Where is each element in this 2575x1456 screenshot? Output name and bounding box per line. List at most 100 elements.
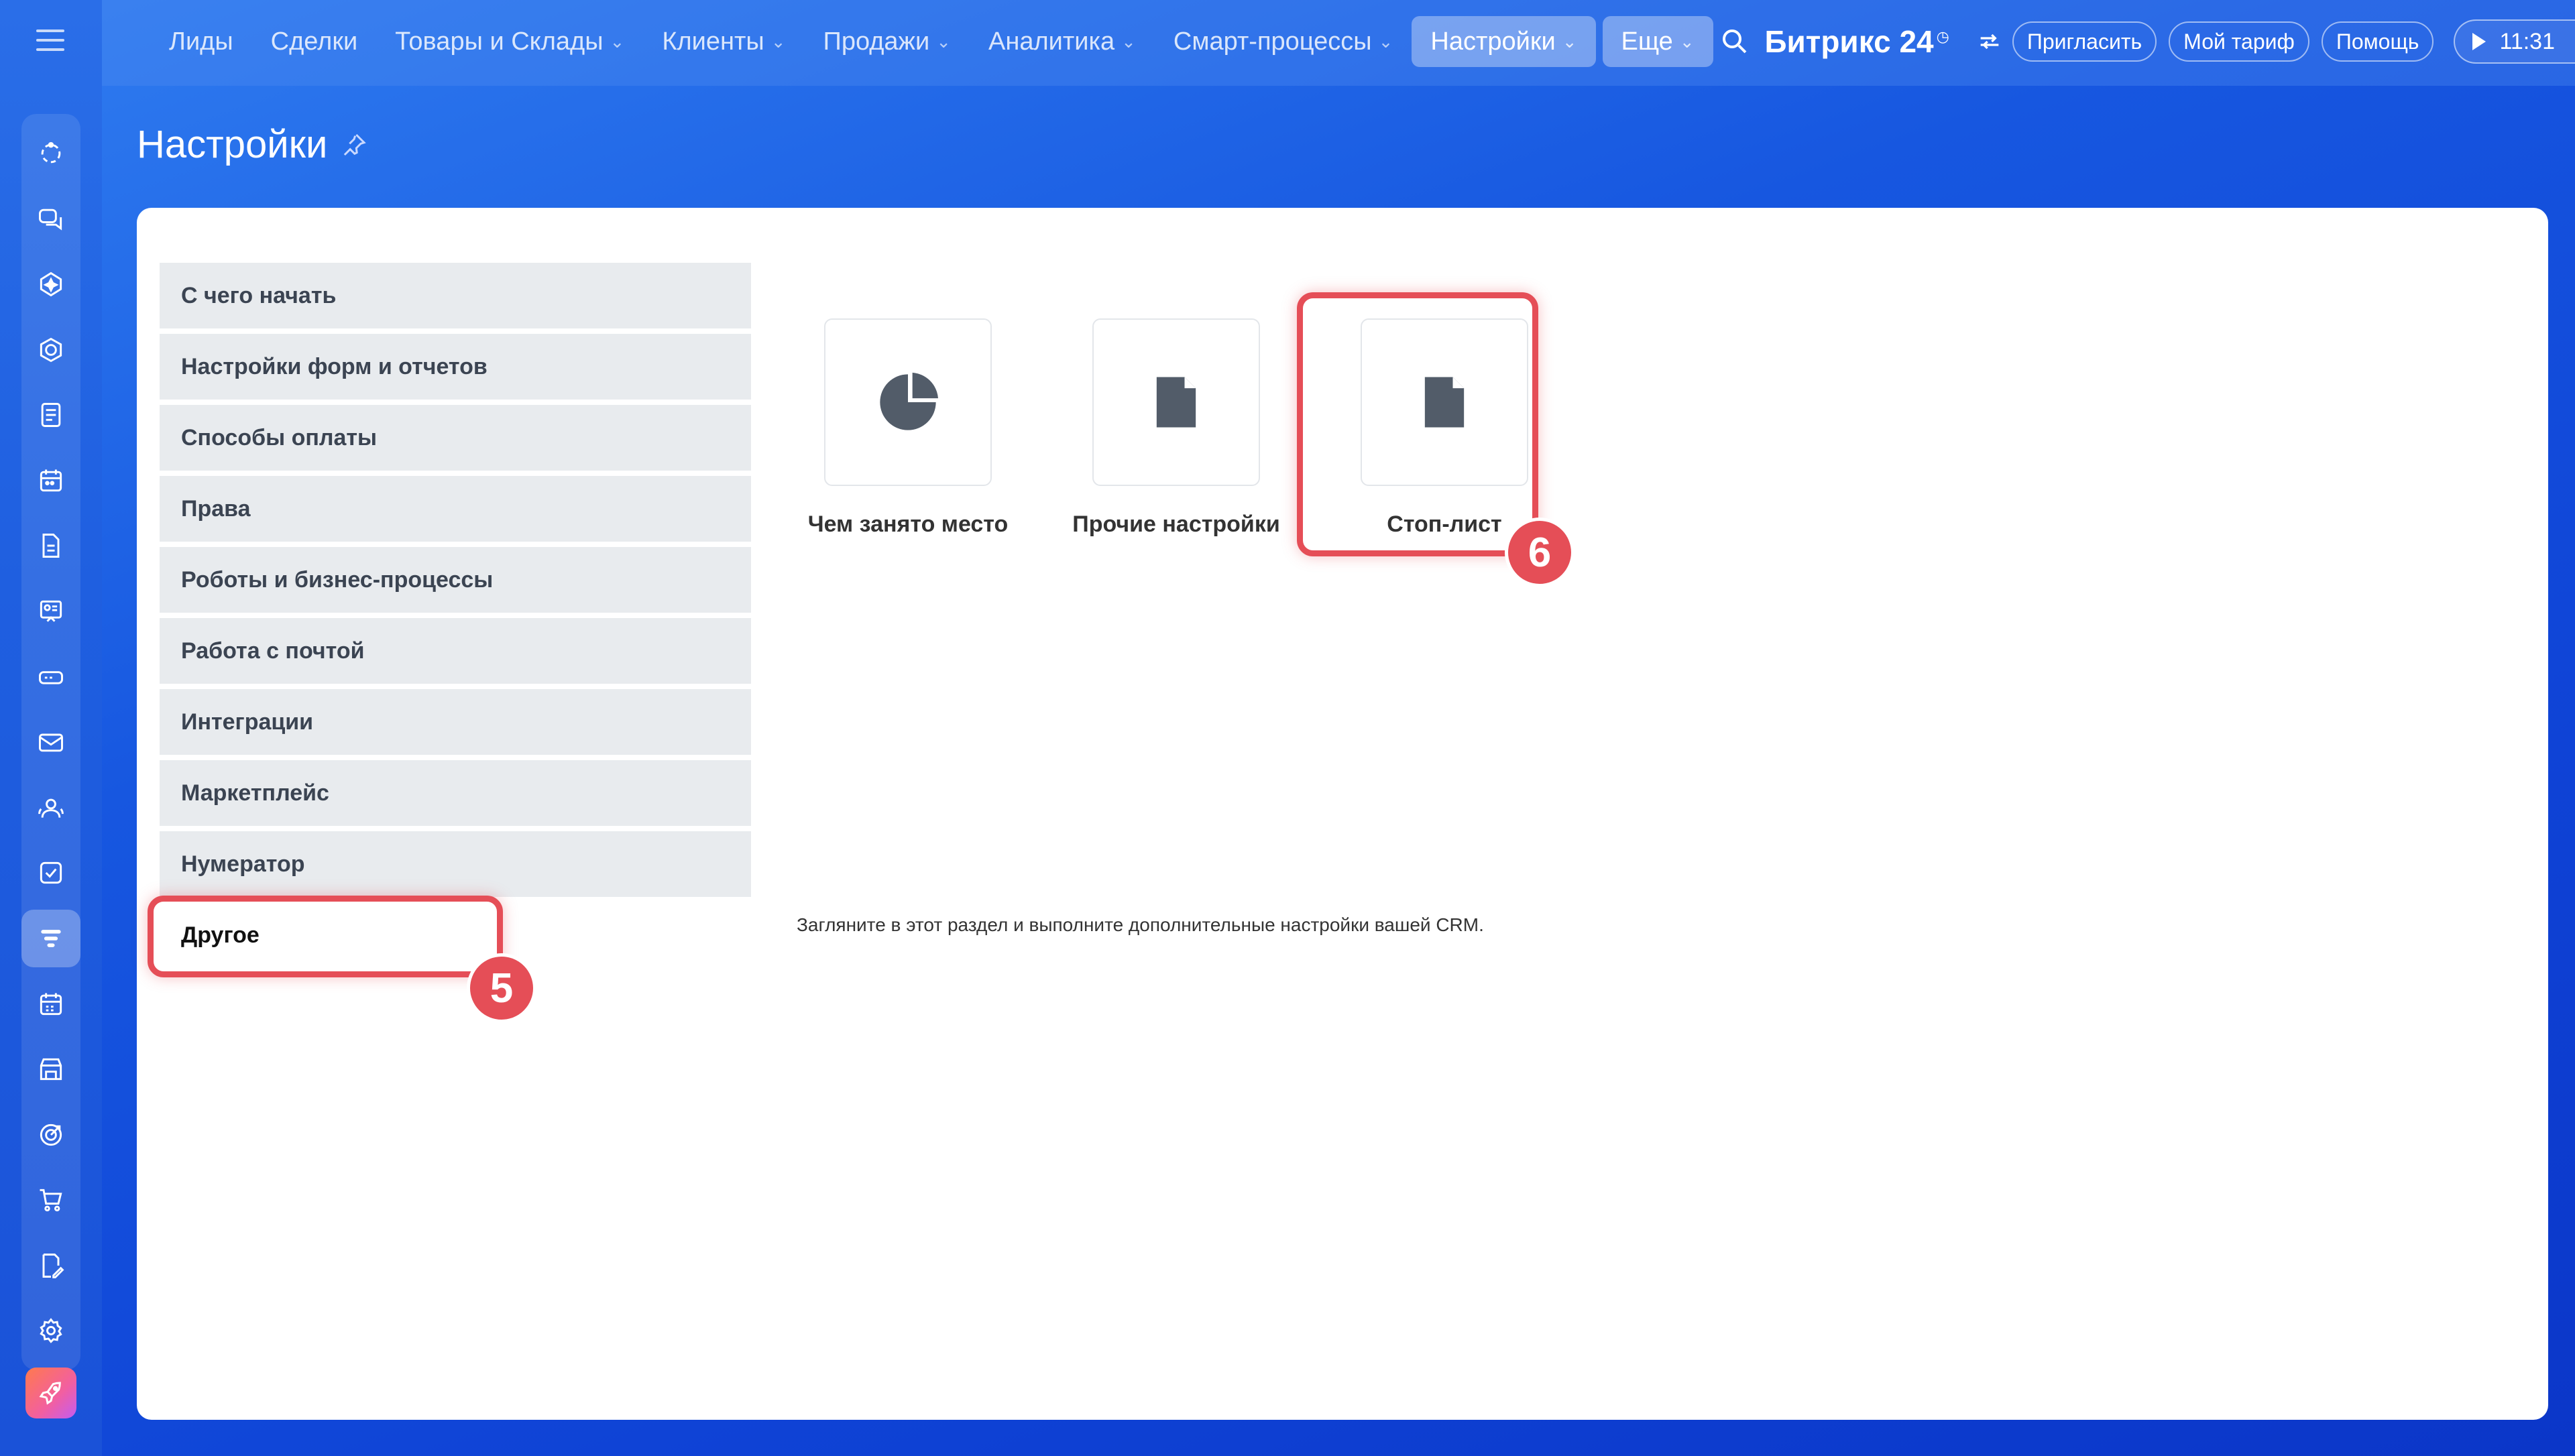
tile-disk-usage[interactable]: Чем занято место	[774, 318, 1042, 538]
nav-item-leads[interactable]: Лиды	[150, 16, 252, 67]
chevron-down-icon: ⌄	[1562, 31, 1577, 52]
callout-step-5: 5	[467, 953, 536, 1023]
nav-item-label: Сделки	[270, 27, 358, 56]
document-icon[interactable]	[21, 513, 80, 579]
nav-item-deals[interactable]: Сделки	[252, 16, 377, 67]
menu-item-label: Настройки форм и отчетов	[181, 353, 488, 379]
chevron-down-icon: ⌄	[1378, 31, 1393, 52]
top-navigation: Лиды Сделки Товары и Склады ⌄ Клиенты ⌄ Пр…	[150, 16, 1713, 67]
header-right: Битрикс 24 ◷ Пригласить Мой тариф Помощь …	[1719, 16, 2575, 67]
menu-item-permissions[interactable]: Права	[160, 476, 751, 542]
feed-icon[interactable]	[21, 121, 80, 186]
nav-item-settings[interactable]: Настройки ⌄	[1412, 16, 1596, 67]
left-sidebar	[0, 0, 102, 1456]
filter-settings-icon[interactable]	[1976, 28, 2003, 55]
settings-icon[interactable]	[21, 1298, 80, 1364]
copilot-icon[interactable]	[21, 251, 80, 317]
invite-label: Пригласить	[2026, 29, 2142, 54]
tariff-button[interactable]: Мой тариф	[2169, 21, 2309, 62]
board-icon[interactable]	[21, 579, 80, 644]
tile-icon-box	[1092, 318, 1260, 486]
chevron-down-icon: ⌄	[610, 31, 625, 52]
menu-item-label: Роботы и бизнес-процессы	[181, 566, 494, 593]
nav-item-sales[interactable]: Продажи ⌄	[805, 16, 970, 67]
drive-icon[interactable]	[21, 644, 80, 710]
chevron-down-icon: ⌄	[1679, 31, 1695, 52]
callout-highlight-stop-list	[1297, 292, 1538, 556]
search-icon[interactable]	[1719, 25, 1751, 58]
tile-other-settings[interactable]: Прочие настройки	[1042, 318, 1310, 538]
cart-icon[interactable]	[21, 1168, 80, 1233]
menu-item-label: Нумератор	[181, 851, 305, 877]
menu-item-label: Интеграции	[181, 709, 314, 735]
crm-icon[interactable]	[21, 906, 80, 971]
nav-item-label: Продажи	[823, 27, 930, 56]
brand-text: Битрикс 24	[1764, 24, 1934, 59]
menu-item-marketplace[interactable]: Маркетплейс	[160, 760, 751, 826]
callout-number: 6	[1528, 529, 1552, 576]
worktime-clock: 11:31	[2499, 28, 2555, 54]
hexagon-icon[interactable]	[21, 317, 80, 383]
nav-item-label: Еще	[1621, 27, 1673, 56]
menu-item-integrations[interactable]: Интеграции	[160, 689, 751, 755]
menu-item-getting-started[interactable]: С чего начать	[160, 263, 751, 328]
menu-item-label: Права	[181, 495, 251, 522]
contacts-icon[interactable]	[21, 775, 80, 841]
page-title: Настройки	[137, 122, 367, 167]
menu-item-payment-methods[interactable]: Способы оплаты	[160, 405, 751, 471]
mail-icon[interactable]	[21, 709, 80, 775]
settings-menu: С чего начать Настройки форм и отчетов С…	[160, 263, 751, 973]
sign-icon[interactable]	[21, 1233, 80, 1298]
nav-more-button[interactable]: Еще ⌄	[1602, 16, 1713, 67]
nav-item-label: Клиенты	[662, 27, 764, 56]
callout-number: 5	[490, 965, 514, 1012]
menu-item-forms-reports[interactable]: Настройки форм и отчетов	[160, 334, 751, 400]
chevron-down-icon: ⌄	[770, 31, 786, 52]
rocket-icon[interactable]	[25, 1368, 76, 1418]
help-label: Помощь	[2336, 29, 2419, 54]
target-icon[interactable]	[21, 1102, 80, 1168]
nav-item-label: Смарт-процессы	[1173, 27, 1372, 56]
menu-item-label: Способы оплаты	[181, 424, 378, 450]
chevron-down-icon: ⌄	[936, 31, 951, 52]
pin-icon[interactable]	[341, 131, 367, 158]
worktime-button[interactable]: 11:31	[2454, 19, 2575, 64]
help-button[interactable]: Помощь	[2321, 21, 2434, 62]
nav-item-clients[interactable]: Клиенты ⌄	[643, 16, 804, 67]
tasks-icon[interactable]	[21, 841, 80, 906]
document-icon	[1156, 377, 1196, 428]
calendar-icon[interactable]	[21, 448, 80, 513]
callout-step-6: 6	[1505, 518, 1575, 587]
chevron-down-icon: ⌄	[1121, 31, 1136, 52]
nav-item-smart-processes[interactable]: Смарт-процессы ⌄	[1155, 16, 1412, 67]
clock-badge-icon: ◷	[1936, 27, 1949, 45]
nav-item-analytics[interactable]: Аналитика ⌄	[970, 16, 1155, 67]
booking-icon[interactable]	[21, 971, 80, 1037]
menu-item-robots[interactable]: Роботы и бизнес-процессы	[160, 547, 751, 613]
menu-item-numerator[interactable]: Нумератор	[160, 831, 751, 897]
nav-item-label: Лиды	[169, 27, 233, 56]
nav-item-products[interactable]: Товары и Склады ⌄	[376, 16, 643, 67]
store-icon[interactable]	[21, 1036, 80, 1102]
invite-button[interactable]: Пригласить	[2012, 21, 2157, 62]
brand-logo: Битрикс 24 ◷	[1764, 23, 1949, 60]
play-icon	[2472, 33, 2486, 50]
tile-label: Чем занято место	[807, 511, 1009, 537]
menu-item-mail[interactable]: Работа с почтой	[160, 618, 751, 684]
nav-item-label: Аналитика	[988, 27, 1115, 56]
chat-icon[interactable]	[21, 186, 80, 252]
news-icon[interactable]	[21, 382, 80, 448]
sidebar-icon-list	[21, 114, 80, 1371]
tile-label: Прочие настройки	[1072, 511, 1280, 537]
top-bar: Лиды Сделки Товары и Склады ⌄ Клиенты ⌄ Пр…	[102, 0, 2575, 86]
menu-hamburger-icon[interactable]	[36, 29, 64, 51]
nav-item-label: Настройки	[1430, 27, 1556, 56]
menu-item-label: Маркетплейс	[181, 780, 329, 806]
tariff-label: Мой тариф	[2183, 29, 2295, 54]
pie-chart-icon	[880, 372, 938, 430]
callout-highlight-other	[148, 896, 503, 977]
page-title-text: Настройки	[137, 123, 328, 166]
menu-item-label: С чего начать	[181, 282, 337, 308]
section-description: Загляните в этот раздел и выполните допо…	[797, 914, 1484, 935]
menu-item-label: Работа с почтой	[181, 638, 365, 664]
